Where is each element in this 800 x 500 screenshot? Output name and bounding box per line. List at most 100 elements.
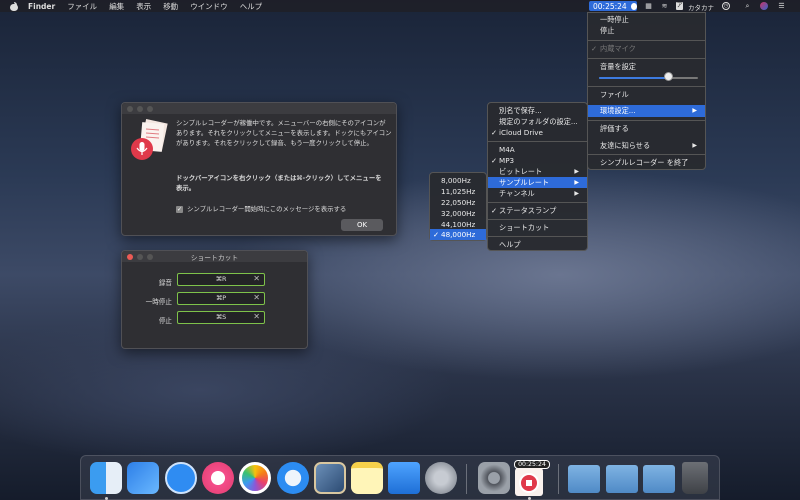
volume-slider[interactable] — [599, 77, 698, 79]
separator — [588, 86, 705, 87]
menu-help-item[interactable]: ヘルプ — [488, 239, 587, 250]
rate-label: 48,000Hz — [441, 230, 476, 239]
menu-channel[interactable]: チャンネル ▶ — [488, 188, 587, 199]
separator — [488, 141, 587, 142]
rate-option[interactable]: 11,025Hz — [430, 186, 486, 197]
menu-edit[interactable]: 編集 — [103, 1, 130, 12]
finder-icon[interactable] — [90, 462, 122, 494]
close-icon[interactable] — [127, 106, 133, 112]
check-icon: ✓ — [491, 156, 498, 165]
menu-finder[interactable]: Finder — [22, 2, 61, 11]
welcome-line: ドックバーアイコンを右クリック（または⌘-クリック）してメニューを — [176, 174, 382, 182]
check-icon: ✓ — [433, 230, 440, 239]
checkbox-label: シンプルレコーダー開始時にこのメッセージを表示する — [187, 205, 347, 213]
welcome-window: シンプルレコーダーが稼働中です。メニューバーの右側にそのアイコンが あります。そ… — [121, 102, 397, 236]
samplerate-label: サンプルレート — [499, 178, 550, 187]
show-message-checkbox[interactable]: ✓ — [176, 206, 183, 213]
clear-icon[interactable]: ✕ — [253, 293, 260, 303]
menu-default-folder[interactable]: 規定のフォルダの設定... — [488, 116, 587, 127]
ok-button[interactable]: OK — [341, 219, 383, 231]
menu-save-as[interactable]: 別名で保存... — [488, 105, 587, 116]
menu-file-item[interactable]: ファイル — [588, 89, 705, 101]
xcode-icon[interactable] — [127, 462, 159, 494]
title-bar — [122, 103, 396, 114]
timer-text: 00:25:24 — [593, 1, 627, 11]
menu-icloud[interactable]: ✓ iCloud Drive — [488, 127, 587, 138]
input-mode-label[interactable]: カタカナ — [688, 2, 714, 12]
dock: 00:25:24 — [80, 455, 720, 500]
menu-go[interactable]: 移動 — [157, 1, 184, 12]
safari-icon[interactable] — [277, 462, 309, 494]
menu-tell[interactable]: 友達に知らせる ▶ — [588, 140, 705, 152]
separator — [488, 236, 587, 237]
record-shortcut-field[interactable]: ⌘R ✕ — [177, 273, 265, 286]
wifi-icon[interactable]: ≋ — [660, 2, 669, 10]
submenu-arrow-icon: ▶ — [692, 142, 697, 149]
zoom-icon[interactable] — [147, 106, 153, 112]
siri-icon[interactable] — [760, 2, 768, 10]
notification-center-icon[interactable]: ☰ — [777, 2, 786, 10]
pause-label: 一時停止 — [145, 298, 172, 306]
menu-prefs[interactable]: 環境設定... ▶ — [588, 105, 705, 117]
stop-shortcut-field[interactable]: ⌘S ✕ — [177, 311, 265, 324]
clock-icon[interactable]: ◷ — [722, 2, 730, 10]
menu-rate[interactable]: 評価する — [588, 123, 705, 135]
menu-mp3[interactable]: ✓ MP3 — [488, 155, 587, 166]
check-icon: ✓ — [591, 44, 598, 53]
menu-window[interactable]: ウインドウ — [184, 1, 234, 12]
recorder-dock-icon[interactable] — [515, 468, 543, 496]
record-label: 録音 — [158, 279, 172, 287]
clear-icon[interactable]: ✕ — [253, 312, 260, 322]
separator — [588, 154, 705, 155]
system-preferences-icon[interactable] — [478, 462, 510, 494]
menu-shortcut[interactable]: ショートカット — [488, 222, 587, 233]
samplerate-submenu: 8,000Hz 11,025Hz 22,050Hz 32,000Hz 44,10… — [429, 172, 487, 241]
itunes-icon[interactable] — [202, 462, 234, 494]
recorder-app-icon — [129, 119, 169, 163]
photos-icon[interactable] — [239, 462, 271, 494]
menu-file[interactable]: ファイル — [61, 1, 103, 12]
preview-icon[interactable] — [314, 462, 346, 494]
pause-shortcut-field[interactable]: ⌘P ✕ — [177, 292, 265, 305]
keynote-icon[interactable] — [388, 462, 420, 494]
volume-fill — [599, 77, 669, 79]
applications-folder-icon[interactable] — [568, 465, 600, 493]
stop-label: 停止 — [158, 317, 172, 325]
window-title: ショートカット — [190, 254, 239, 262]
submenu-arrow-icon: ▶ — [574, 179, 579, 186]
recorder-status-item[interactable]: 00:25:24 — [589, 1, 637, 11]
downloads-folder-icon[interactable] — [643, 465, 675, 493]
apple-icon[interactable] — [10, 1, 18, 11]
input-source-icon[interactable]: ア — [676, 2, 683, 10]
trash-icon[interactable] — [682, 462, 708, 494]
menu-status-lamp[interactable]: ✓ ステータスランプ — [488, 205, 587, 216]
menu-view[interactable]: 表示 — [130, 1, 157, 12]
menu-help[interactable]: ヘルプ — [234, 1, 269, 12]
bitrate-label: ビットレート — [499, 167, 543, 176]
shortcut-window: ショートカット 録音 ⌘R ✕ 一時停止 ⌘P ✕ 停止 ⌘S ✕ — [121, 250, 308, 349]
record-dot-icon — [630, 2, 637, 10]
launchpad-icon[interactable] — [425, 462, 457, 494]
app-store-icon[interactable] — [165, 462, 197, 494]
separator — [488, 202, 587, 203]
activity-icon[interactable]: ▦ — [644, 2, 653, 10]
spotlight-icon[interactable]: ⌕ — [743, 2, 752, 10]
documents-folder-icon[interactable] — [606, 465, 638, 493]
menu-stop[interactable]: 停止 — [588, 25, 705, 37]
submenu-arrow-icon: ▶ — [692, 107, 697, 114]
separator — [588, 58, 705, 59]
rate-option[interactable]: 8,000Hz — [430, 175, 486, 186]
rate-option[interactable]: 32,000Hz — [430, 208, 486, 219]
rate-option[interactable]: 22,050Hz — [430, 197, 486, 208]
menu-samplerate[interactable]: サンプルレート ▶ — [488, 177, 587, 188]
menu-quit[interactable]: シンプルレコーダー を終了 — [588, 157, 705, 169]
volume-knob[interactable] — [663, 72, 673, 81]
menu-bitrate[interactable]: ビットレート ▶ — [488, 166, 587, 177]
check-icon: ✓ — [491, 128, 498, 137]
notes-icon[interactable] — [351, 462, 383, 494]
menu-m4a[interactable]: M4A — [488, 144, 587, 155]
rate-option-selected[interactable]: ✓ 48,000Hz — [430, 229, 486, 240]
clear-icon[interactable]: ✕ — [253, 274, 260, 284]
separator — [588, 40, 705, 41]
minimize-icon[interactable] — [137, 106, 143, 112]
